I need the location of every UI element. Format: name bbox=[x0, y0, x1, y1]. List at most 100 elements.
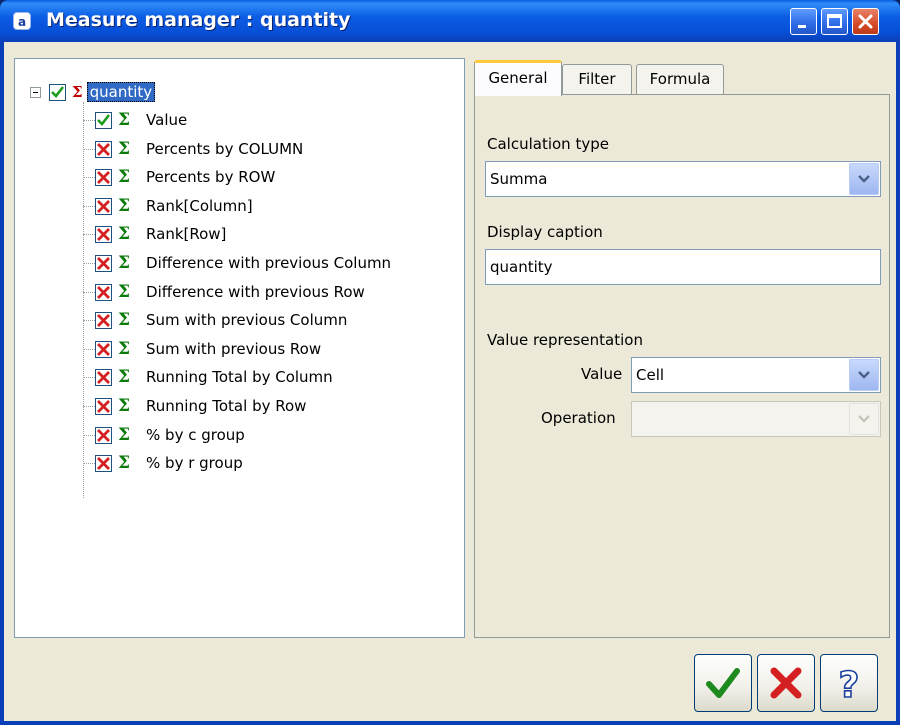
close-button[interactable] bbox=[852, 8, 879, 35]
tab-page-general: Calculation type Summa Display caption q… bbox=[474, 94, 890, 638]
unchecked-cross-checkbox-icon[interactable] bbox=[95, 254, 112, 272]
measure-group-icon: Σ bbox=[72, 83, 83, 101]
maximize-icon bbox=[827, 14, 842, 28]
value-select[interactable]: Cell bbox=[631, 357, 881, 393]
tree-item-label: Running Total by Column bbox=[146, 368, 333, 386]
unchecked-cross-checkbox-icon[interactable] bbox=[95, 311, 112, 329]
tree-root-label: quantity bbox=[86, 82, 156, 102]
tree-item-label: Sum with previous Column bbox=[146, 311, 348, 329]
unchecked-cross-checkbox-icon[interactable] bbox=[95, 283, 112, 301]
sigma-icon: Σ bbox=[118, 167, 131, 187]
value-representation-label: Value representation bbox=[487, 331, 643, 349]
cancel-button[interactable] bbox=[757, 654, 815, 712]
title-bar[interactable]: a Measure manager : quantity bbox=[0, 0, 900, 42]
tab-formula[interactable]: Formula bbox=[636, 64, 724, 94]
sigma-icon: Σ bbox=[118, 453, 131, 473]
tree-item-label: Percents by ROW bbox=[146, 168, 276, 186]
sigma-icon: Σ bbox=[118, 396, 131, 416]
tree-item[interactable]: Σ Sum with previous Column bbox=[95, 307, 347, 333]
unchecked-cross-checkbox-icon[interactable] bbox=[95, 140, 112, 158]
checkmark-icon bbox=[706, 668, 740, 698]
unchecked-cross-checkbox-icon[interactable] bbox=[95, 168, 112, 186]
checked-checkbox-icon[interactable] bbox=[49, 83, 66, 101]
display-caption-input[interactable]: quantity bbox=[485, 249, 881, 285]
measure-tree[interactable]: Σ quantity Σ Value Σ Percents by COLUMN Σ Per… bbox=[14, 58, 465, 638]
sigma-icon: Σ bbox=[118, 282, 131, 302]
tree-item[interactable]: Σ % by c group bbox=[95, 422, 245, 448]
sigma-icon: Σ bbox=[118, 253, 131, 273]
calc-type-dropdown-button[interactable] bbox=[849, 163, 879, 195]
maximize-button[interactable] bbox=[821, 8, 848, 35]
window-border-right bbox=[896, 42, 900, 725]
minimize-icon bbox=[798, 25, 806, 28]
tree-item-label: Rank[Row] bbox=[146, 225, 227, 243]
window-border-bottom bbox=[0, 721, 900, 725]
unchecked-cross-checkbox-icon[interactable] bbox=[95, 368, 112, 386]
sigma-icon: Σ bbox=[118, 110, 131, 130]
chevron-down-icon bbox=[858, 175, 870, 183]
unchecked-cross-checkbox-icon[interactable] bbox=[95, 340, 112, 358]
display-caption-label: Display caption bbox=[487, 223, 603, 241]
tree-item[interactable]: Σ Running Total by Row bbox=[95, 393, 306, 419]
unchecked-cross-checkbox-icon[interactable] bbox=[95, 426, 112, 444]
tree-item-label: Difference with previous Row bbox=[146, 283, 365, 301]
tree-item-label: Running Total by Row bbox=[146, 397, 307, 415]
tree-item[interactable]: Σ Sum with previous Row bbox=[95, 336, 321, 362]
tree-item-label: Rank[Column] bbox=[146, 197, 253, 215]
value-dropdown-button[interactable] bbox=[849, 359, 879, 391]
tree-item-label: Sum with previous Row bbox=[146, 340, 322, 358]
calc-type-value: Summa bbox=[490, 170, 548, 188]
sigma-icon: Σ bbox=[118, 139, 131, 159]
checked-checkbox-icon[interactable] bbox=[95, 111, 112, 129]
close-icon bbox=[858, 14, 873, 29]
operation-select[interactable] bbox=[631, 401, 881, 437]
sigma-icon: Σ bbox=[118, 310, 131, 330]
value-select-value: Cell bbox=[636, 366, 665, 384]
tab-filter[interactable]: Filter bbox=[562, 64, 632, 94]
tree-item[interactable]: Σ Running Total by Column bbox=[95, 364, 333, 390]
tree-item-label: Value bbox=[146, 111, 188, 129]
help-button[interactable]: ? bbox=[820, 654, 878, 712]
unchecked-cross-checkbox-icon[interactable] bbox=[95, 225, 112, 243]
chevron-down-icon bbox=[858, 371, 870, 379]
unchecked-cross-checkbox-icon[interactable] bbox=[95, 197, 112, 215]
tree-item[interactable]: Σ Rank[Row] bbox=[95, 221, 226, 247]
tree-item-label: Difference with previous Column bbox=[146, 254, 392, 272]
calc-type-select[interactable]: Summa bbox=[485, 161, 881, 197]
client-area: Σ quantity Σ Value Σ Percents by COLUMN Σ Per… bbox=[4, 42, 896, 721]
sigma-icon: Σ bbox=[118, 224, 131, 244]
sigma-icon: Σ bbox=[118, 196, 131, 216]
tab-control: General Filter Formula Calculation type … bbox=[470, 58, 894, 638]
app-icon: a bbox=[13, 12, 31, 30]
cross-icon bbox=[770, 667, 802, 699]
collapse-toggle[interactable] bbox=[30, 87, 41, 98]
tree-item-label: % by c group bbox=[146, 426, 245, 444]
tree-item[interactable]: Σ Percents by COLUMN bbox=[95, 136, 303, 162]
tree-item[interactable]: Σ Percents by ROW bbox=[95, 164, 275, 190]
value-label: Value bbox=[581, 365, 623, 383]
window-title: Measure manager : quantity bbox=[46, 9, 351, 31]
tree-item[interactable]: Σ % by r group bbox=[95, 450, 243, 476]
chevron-down-icon bbox=[858, 415, 870, 423]
question-icon: ? bbox=[838, 664, 860, 702]
tab-general[interactable]: General bbox=[474, 60, 562, 96]
sigma-icon: Σ bbox=[118, 339, 131, 359]
ok-button[interactable] bbox=[694, 654, 752, 712]
tree-item[interactable]: Σ Difference with previous Column bbox=[95, 250, 391, 276]
operation-label: Operation bbox=[541, 409, 616, 427]
tree-item[interactable]: Σ Difference with previous Row bbox=[95, 279, 365, 305]
sigma-icon: Σ bbox=[118, 367, 131, 387]
tree-item[interactable]: Σ Rank[Column] bbox=[95, 193, 253, 219]
svg-text:?: ? bbox=[839, 665, 860, 702]
tree-item-label: Percents by COLUMN bbox=[146, 140, 304, 158]
unchecked-cross-checkbox-icon[interactable] bbox=[95, 397, 112, 415]
operation-dropdown-button[interactable] bbox=[849, 403, 879, 435]
tree-connector bbox=[83, 102, 84, 498]
sigma-icon: Σ bbox=[118, 425, 131, 445]
unchecked-cross-checkbox-icon[interactable] bbox=[95, 454, 112, 472]
measure-manager-window: a Measure manager : quantity Σ quantity … bbox=[0, 0, 900, 725]
calc-type-label: Calculation type bbox=[487, 135, 609, 153]
tree-root-item[interactable]: Σ quantity bbox=[49, 79, 156, 105]
tree-item[interactable]: Σ Value bbox=[95, 107, 187, 133]
minimize-button[interactable] bbox=[790, 8, 817, 35]
